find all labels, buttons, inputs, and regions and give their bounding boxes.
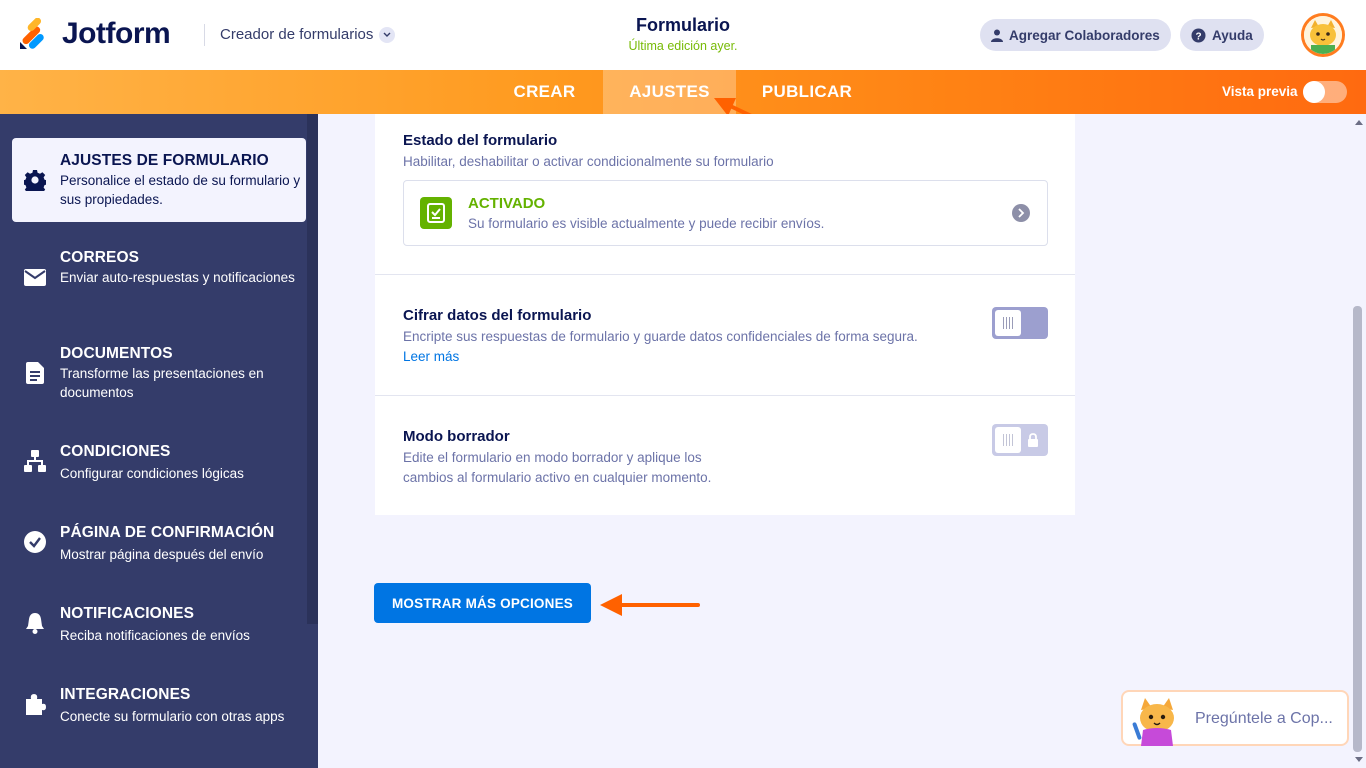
draft-section-title: Modo borrador — [403, 428, 510, 445]
sidebar-item-form-settings[interactable]: AJUSTES DE FORMULARIO Personalice el est… — [12, 138, 306, 222]
main-navbar: CREAR AJUSTES PUBLICAR Vista previa — [0, 70, 1366, 114]
status-value-desc: Su formulario es visible actualmente y p… — [468, 216, 825, 231]
page-scrollbar-thumb[interactable] — [1353, 306, 1362, 752]
help-button[interactable]: ? Ayuda — [1180, 19, 1264, 51]
envelope-icon — [23, 265, 47, 289]
sidebar-item-desc: Transforme las presentaciones en documen… — [60, 366, 264, 400]
show-more-options-button[interactable]: MOSTRAR MÁS OPCIONES — [374, 583, 591, 623]
draft-section-desc-2: cambios al formulario activo en cualquie… — [403, 470, 712, 485]
sidebar-item-title: CONDICIONES — [60, 443, 171, 460]
sidebar-item-desc: Mostrar página después del envío — [60, 547, 264, 562]
status-value: ACTIVADO — [468, 195, 546, 212]
sidebar-item-documents[interactable]: DOCUMENTOS Transforme las presentaciones… — [12, 331, 306, 415]
add-collaborators-label: Agregar Colaboradores — [1009, 27, 1160, 43]
scroll-down-icon[interactable] — [1354, 756, 1364, 764]
user-icon — [991, 29, 1003, 42]
sidebar-item-emails[interactable]: CORREOS Enviar auto-respuestas y notific… — [12, 235, 306, 319]
sidebar-item-title: INTEGRACIONES — [60, 686, 191, 703]
add-collaborators-button[interactable]: Agregar Colaboradores — [980, 19, 1171, 51]
sidebar-item-confirmation[interactable]: PÁGINA DE CONFIRMACIÓN Mostrar página de… — [12, 510, 306, 594]
lock-icon — [1028, 433, 1038, 447]
cat-avatar-icon — [1304, 16, 1342, 54]
form-title[interactable]: Formulario — [583, 15, 783, 36]
builder-label: Creador de formularios — [220, 26, 374, 43]
sidebar-item-integrations[interactable]: INTEGRACIONES Conecte su formulario con … — [12, 672, 306, 756]
encrypt-section-title: Cifrar datos del formulario — [403, 307, 592, 324]
sidebar-item-desc: Enviar auto-respuestas y notificaciones — [60, 270, 295, 285]
encrypt-toggle[interactable] — [992, 307, 1048, 339]
sidebar-item-title: NOTIFICACIONES — [60, 605, 195, 622]
sidebar-item-desc: Reciba notificaciones de envíos — [60, 628, 250, 643]
preview-toggle[interactable] — [1303, 81, 1347, 103]
question-icon: ? — [1191, 28, 1206, 42]
tab-crear[interactable]: CREAR — [487, 70, 602, 114]
copilot-cat-icon — [1132, 698, 1174, 746]
sidebar-item-title: DOCUMENTOS — [60, 345, 173, 362]
sidebar-item-conditions[interactable]: CONDICIONES Configurar condiciones lógic… — [12, 429, 306, 513]
form-active-icon — [420, 197, 452, 229]
tab-ajustes-label: AJUSTES — [629, 82, 710, 101]
draft-section-desc-1: Edite el formulario en modo borrador y a… — [403, 450, 702, 465]
sidebar-item-title: CORREOS — [60, 249, 140, 266]
encrypt-toggle-knob — [995, 310, 1021, 336]
scroll-up-icon[interactable] — [1354, 118, 1364, 126]
preview-toggle-knob — [1303, 81, 1325, 103]
sidebar-item-desc: Conecte su formulario con otras apps — [60, 709, 285, 724]
settings-card: Estado del formulario Habilitar, deshabi… — [375, 114, 1075, 515]
sidebar-item-title: PÁGINA DE CONFIRMACIÓN — [60, 524, 275, 541]
document-icon — [23, 361, 47, 385]
user-avatar[interactable] — [1301, 13, 1345, 57]
help-label: Ayuda — [1212, 27, 1253, 43]
last-edit-status: Última edición ayer. — [628, 39, 738, 53]
encrypt-section-desc: Encripte sus respuestas de formulario y … — [403, 329, 918, 344]
sitemap-icon — [23, 449, 47, 473]
app-header: Jotform Creador de formularios Formulari… — [0, 0, 1366, 70]
logo-text: Jotform — [62, 17, 171, 50]
sidebar-item-notifications[interactable]: NOTIFICACIONES Reciba notificaciones de … — [12, 591, 306, 675]
section-divider — [375, 274, 1075, 275]
jotform-logo-icon — [20, 18, 44, 49]
sidebar-item-desc: Personalice el estado de su formulario y… — [60, 173, 301, 207]
settings-sidebar: AJUSTES DE FORMULARIO Personalice el est… — [0, 114, 318, 768]
grip-icon — [1003, 434, 1013, 446]
chevron-down-icon — [379, 26, 396, 43]
chevron-right-icon — [1012, 204, 1030, 222]
status-section-title: Estado del formulario — [403, 132, 558, 149]
draft-mode-toggle[interactable] — [992, 424, 1048, 456]
grip-icon — [1003, 317, 1013, 329]
sidebar-scrollbar[interactable] — [307, 114, 318, 624]
ai-copilot-button[interactable]: Pregúntele a Cop... — [1121, 690, 1349, 746]
jotform-logo[interactable]: Jotform — [18, 17, 171, 51]
puzzle-icon — [23, 692, 47, 716]
bell-icon — [23, 611, 47, 635]
read-more-link[interactable]: Leer más — [403, 349, 459, 364]
sidebar-item-title: AJUSTES DE FORMULARIO — [60, 152, 269, 169]
copilot-label: Pregúntele a Cop... — [1195, 710, 1333, 727]
builder-dropdown[interactable]: Creador de formularios — [220, 26, 396, 43]
header-divider — [204, 24, 205, 46]
form-status-selector[interactable]: ACTIVADO Su formulario es visible actual… — [403, 180, 1048, 246]
gear-icon — [23, 168, 47, 192]
section-divider — [375, 395, 1075, 396]
status-section-desc: Habilitar, deshabilitar o activar condic… — [403, 154, 774, 169]
annotation-arrow-more-options — [600, 594, 700, 616]
svg-text:?: ? — [1195, 31, 1201, 42]
sidebar-item-desc: Configurar condiciones lógicas — [60, 466, 244, 481]
tab-crear-label: CREAR — [513, 82, 576, 101]
preview-label: Vista previa — [1222, 84, 1298, 99]
check-circle-icon — [23, 530, 47, 554]
draft-toggle-knob — [995, 427, 1021, 453]
